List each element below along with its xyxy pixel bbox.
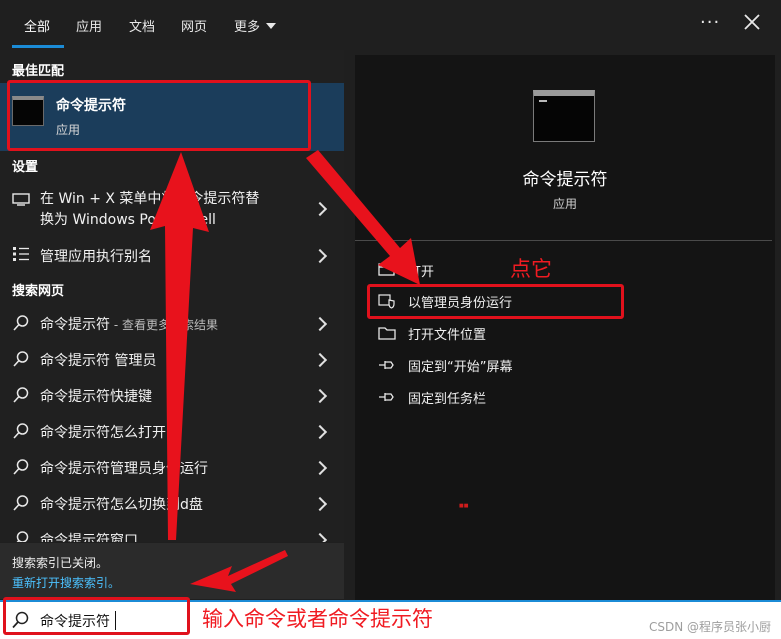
chevron-down-icon (266, 23, 277, 29)
web-result-label: 命令提示符快捷键 (40, 389, 152, 405)
settings-item-line2: 换为 Windows PowerShell (40, 212, 216, 228)
tab-all[interactable]: 全部 (24, 16, 50, 35)
annotation-box-run-as-admin (367, 284, 624, 319)
search-icon (13, 351, 29, 367)
divider (355, 240, 772, 241)
tab-more[interactable]: 更多 (234, 16, 277, 35)
cmd-app-large-icon (533, 90, 595, 142)
pin-icon (379, 393, 394, 401)
chevron-right-icon (315, 317, 324, 331)
open-icon (378, 263, 395, 276)
chevron-right-icon (315, 533, 324, 542)
annotation-input-hint: 输入命令或者命令提示符 (202, 607, 433, 631)
web-result-item[interactable]: 命令提示符怎么打开 (0, 416, 344, 446)
web-result-item[interactable]: 命令提示符 管理员 (0, 344, 344, 374)
settings-heading: 设置 (12, 160, 39, 175)
annotation-box-best-match (7, 80, 311, 151)
annotation-box-search (3, 597, 190, 635)
active-tab-indicator (12, 45, 64, 48)
search-icon (13, 459, 29, 475)
search-icon (13, 315, 29, 331)
annotation-click-it: 点它 (510, 257, 552, 281)
display-icon (12, 193, 30, 206)
web-result-label: 命令提示符怎么打开 (40, 425, 166, 441)
folder-icon (378, 327, 396, 340)
action-label: 打开文件位置 (408, 328, 487, 343)
best-match-heading: 最佳匹配 (12, 64, 65, 79)
action-label: 固定到任务栏 (408, 392, 487, 407)
web-result-label: 命令提示符 管理员 (40, 353, 157, 369)
web-result-label: 命令提示符窗口 (40, 533, 138, 542)
close-icon[interactable] (742, 12, 762, 32)
ellipsis-icon[interactable]: ··· (700, 12, 720, 33)
settings-item-winx[interactable]: 在 Win + X 菜单中将命令提示符替 换为 Windows PowerShe… (0, 182, 344, 232)
tab-apps[interactable]: 应用 (76, 16, 102, 35)
list-icon (13, 247, 29, 261)
search-icon (16, 531, 29, 542)
settings-item-label: 管理应用执行别名 (40, 249, 152, 265)
preview-panel: 命令提示符 应用 打开 以管理员身份运行 打开文件位置 固定到“开始”屏幕 固定… (355, 55, 775, 600)
settings-item-aliases[interactable]: 管理应用执行别名 (0, 240, 344, 270)
action-label: 固定到“开始”屏幕 (408, 360, 513, 375)
web-search-heading: 搜索网页 (12, 284, 65, 299)
search-icon (13, 423, 29, 439)
tab-more-label: 更多 (234, 20, 261, 35)
action-label: 打开 (408, 265, 435, 280)
web-result-suffix: - 查看更多搜索结果 (110, 318, 218, 332)
chevron-right-icon (315, 249, 324, 263)
preview-subtitle: 应用 (552, 197, 577, 211)
reenable-index-link[interactable]: 重新打开搜索索引。 (12, 574, 120, 591)
web-result-item[interactable]: 命令提示符快捷键 (0, 380, 344, 410)
web-result-item[interactable]: 命令提示符怎么切换到d盘 (0, 488, 344, 518)
search-icon (13, 387, 29, 403)
chevron-right-icon (315, 425, 324, 439)
pin-icon (379, 361, 394, 369)
top-nav: 全部 应用 文档 网页 更多 ··· (0, 0, 781, 50)
web-result-item[interactable]: 命令提示符窗口 (0, 524, 344, 542)
tab-web[interactable]: 网页 (181, 16, 207, 35)
web-result-label: 命令提示符管理员身份运行 (40, 461, 208, 477)
preview-title: 命令提示符 (522, 170, 608, 190)
settings-item-line1: 在 Win + X 菜单中将命令提示符替 (40, 191, 260, 207)
tiny-red-mark: ■■ (459, 503, 469, 509)
chevron-right-icon (315, 202, 324, 216)
tab-documents[interactable]: 文档 (129, 16, 155, 35)
chevron-right-icon (315, 389, 324, 403)
chevron-right-icon (315, 461, 324, 475)
web-result-label: 命令提示符 - 查看更多搜索结果 (40, 317, 218, 333)
chevron-right-icon (315, 353, 324, 367)
web-result-item[interactable]: 命令提示符 - 查看更多搜索结果 (0, 308, 344, 338)
watermark: CSDN @程序员张小厨 (648, 620, 771, 634)
search-icon (13, 495, 29, 511)
web-result-item[interactable]: 命令提示符管理员身份运行 (0, 452, 344, 482)
chevron-right-icon (315, 497, 324, 511)
index-off-text: 搜索索引已关闭。 (12, 556, 109, 570)
web-result-label: 命令提示符怎么切换到d盘 (40, 497, 203, 513)
search-index-notice: 搜索索引已关闭。 重新打开搜索索引。 (0, 543, 344, 599)
